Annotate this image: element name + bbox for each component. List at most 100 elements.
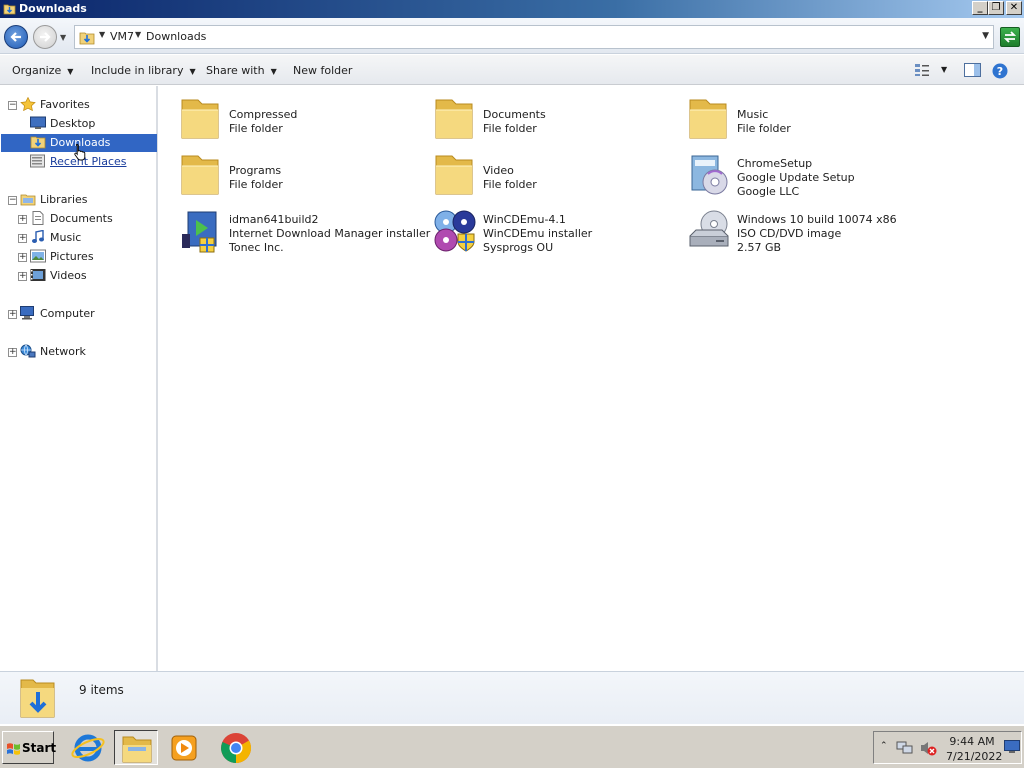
windows-logo-icon bbox=[7, 743, 20, 755]
network-icon bbox=[20, 344, 36, 358]
nav-documents[interactable]: Documents bbox=[30, 211, 150, 226]
nav-computer[interactable]: Computer bbox=[20, 306, 140, 321]
expand-toggle[interactable]: + bbox=[8, 310, 17, 319]
nav-pictures[interactable]: Pictures bbox=[30, 249, 150, 264]
downloads-folder-icon bbox=[30, 136, 46, 149]
collapse-toggle[interactable]: − bbox=[8, 101, 17, 110]
file-item-wincdemu[interactable]: WinCDEmu-4.1 WinCDEmu installer Sysprogs… bbox=[414, 202, 664, 254]
back-button[interactable] bbox=[4, 25, 28, 49]
item-publisher: Sysprogs OU bbox=[483, 241, 554, 254]
nav-libraries-label: Libraries bbox=[40, 193, 88, 206]
breadcrumb-separator[interactable]: ▼ bbox=[99, 30, 105, 39]
nav-recent-places[interactable]: Recent Places bbox=[30, 154, 150, 169]
organize-button[interactable]: Organize ▼ bbox=[12, 64, 73, 77]
file-item-music[interactable]: Music File folder bbox=[668, 90, 918, 140]
mouse-cursor-icon bbox=[74, 144, 86, 161]
breadcrumb-separator[interactable]: ▼ bbox=[135, 30, 141, 39]
nav-libraries[interactable]: Libraries bbox=[20, 193, 140, 207]
details-pane: 9 items bbox=[0, 671, 1024, 724]
show-hidden-icons-button[interactable]: ⌃ bbox=[880, 741, 888, 751]
title-bar[interactable]: Downloads _ ❐ ✕ bbox=[0, 0, 1024, 18]
nav-favorites[interactable]: Favorites bbox=[20, 97, 140, 112]
preview-pane-icon[interactable] bbox=[964, 63, 981, 77]
expand-toggle[interactable]: + bbox=[18, 215, 27, 224]
item-name: Video bbox=[483, 164, 514, 177]
volume-muted-icon[interactable] bbox=[919, 740, 937, 756]
recent-pages-dropdown[interactable]: ▼ bbox=[60, 33, 66, 42]
nav-music[interactable]: Music bbox=[30, 230, 150, 245]
start-label: Start bbox=[22, 741, 57, 755]
chrome-icon bbox=[221, 733, 252, 763]
file-list: Compressed File folder Documents File fo… bbox=[160, 86, 1024, 671]
address-dropdown[interactable]: ▼ bbox=[982, 31, 989, 41]
file-item-windows10-iso[interactable]: Windows 10 build 10074 x86 ISO CD/DVD im… bbox=[668, 202, 918, 254]
expand-toggle[interactable]: + bbox=[18, 253, 27, 262]
item-type: ISO CD/DVD image bbox=[737, 227, 842, 240]
internet-explorer-icon bbox=[71, 734, 105, 762]
network-status-icon[interactable] bbox=[896, 740, 914, 756]
nav-network-label: Network bbox=[40, 345, 86, 358]
show-desktop-icon[interactable] bbox=[1004, 740, 1020, 754]
minimize-button[interactable]: _ bbox=[972, 1, 988, 15]
more-options-dropdown[interactable]: ▼ bbox=[941, 65, 947, 74]
media-player-icon bbox=[171, 735, 197, 761]
file-item-programs[interactable]: Programs File folder bbox=[160, 146, 410, 196]
item-type: File folder bbox=[737, 122, 791, 135]
expand-toggle[interactable]: + bbox=[18, 234, 27, 243]
file-item-documents[interactable]: Documents File folder bbox=[414, 90, 664, 140]
nav-videos-label: Videos bbox=[50, 269, 87, 282]
file-item-idman641build2[interactable]: idman641build2 Internet Download Manager… bbox=[160, 202, 430, 254]
item-type: File folder bbox=[229, 122, 283, 135]
chrome-button[interactable] bbox=[214, 730, 258, 765]
breadcrumb-vm7[interactable]: VM7 bbox=[110, 30, 134, 43]
file-item-video[interactable]: Video File folder bbox=[414, 146, 664, 196]
clock-date[interactable]: 7/21/2022 bbox=[946, 750, 1002, 763]
clock-time[interactable]: 9:44 AM bbox=[946, 735, 998, 748]
file-item-chromesetup[interactable]: ChromeSetup Google Update Setup Google L… bbox=[668, 146, 918, 198]
nav-videos[interactable]: Videos bbox=[30, 269, 150, 283]
folder-icon bbox=[181, 99, 219, 139]
forward-button[interactable] bbox=[33, 25, 57, 49]
include-in-library-button[interactable]: Include in library ▼ bbox=[91, 64, 196, 77]
close-button[interactable]: ✕ bbox=[1006, 1, 1022, 15]
include-in-library-label: Include in library bbox=[91, 64, 184, 77]
internet-explorer-button[interactable] bbox=[66, 730, 110, 765]
disc-drive-icon bbox=[689, 210, 729, 247]
system-tray: ⌃ 9:44 AM 7/21/2022 bbox=[873, 731, 1022, 764]
organize-label: Organize bbox=[12, 64, 62, 77]
new-folder-button[interactable]: New folder bbox=[293, 64, 352, 77]
refresh-button[interactable] bbox=[1000, 27, 1020, 47]
help-icon[interactable]: ? bbox=[992, 63, 1008, 79]
item-name: Windows 10 build 10074 x86 bbox=[737, 213, 897, 226]
share-with-button[interactable]: Share with ▼ bbox=[206, 64, 277, 77]
downloads-folder-icon bbox=[20, 679, 55, 718]
media-player-button[interactable] bbox=[162, 730, 206, 765]
item-name: Compressed bbox=[229, 108, 298, 121]
discs-icon bbox=[434, 210, 476, 252]
item-type: Google Update Setup bbox=[737, 171, 855, 184]
navigation-pane: − Favorites Desktop Downloads Recent Pla… bbox=[0, 86, 158, 671]
nav-desktop[interactable]: Desktop bbox=[30, 116, 150, 131]
address-bar[interactable]: ▼ VM7 ▼ Downloads ▼ bbox=[74, 25, 994, 49]
nav-music-label: Music bbox=[50, 231, 82, 244]
item-name: ChromeSetup bbox=[737, 157, 813, 170]
nav-network[interactable]: Network bbox=[20, 344, 140, 359]
music-note-icon bbox=[32, 230, 44, 243]
expand-toggle[interactable]: + bbox=[8, 348, 17, 357]
item-type: File folder bbox=[229, 178, 283, 191]
address-toolbar: ▼ ▼ VM7 ▼ Downloads ▼ bbox=[0, 18, 1024, 54]
back-arrow-icon bbox=[10, 32, 21, 42]
pictures-icon bbox=[30, 249, 46, 263]
documents-icon bbox=[32, 211, 44, 225]
explorer-folder-icon bbox=[122, 736, 152, 763]
file-item-compressed[interactable]: Compressed File folder bbox=[160, 90, 410, 140]
desktop-icon bbox=[30, 116, 46, 129]
change-view-icon[interactable] bbox=[914, 63, 930, 77]
nav-downloads[interactable]: Downloads bbox=[30, 136, 150, 150]
expand-toggle[interactable]: + bbox=[18, 272, 27, 281]
collapse-toggle[interactable]: − bbox=[8, 196, 17, 205]
start-button[interactable]: Start bbox=[2, 731, 57, 764]
breadcrumb-downloads[interactable]: Downloads bbox=[146, 30, 206, 43]
restore-button[interactable]: ❐ bbox=[988, 1, 1004, 15]
windows-explorer-button[interactable] bbox=[114, 730, 158, 765]
